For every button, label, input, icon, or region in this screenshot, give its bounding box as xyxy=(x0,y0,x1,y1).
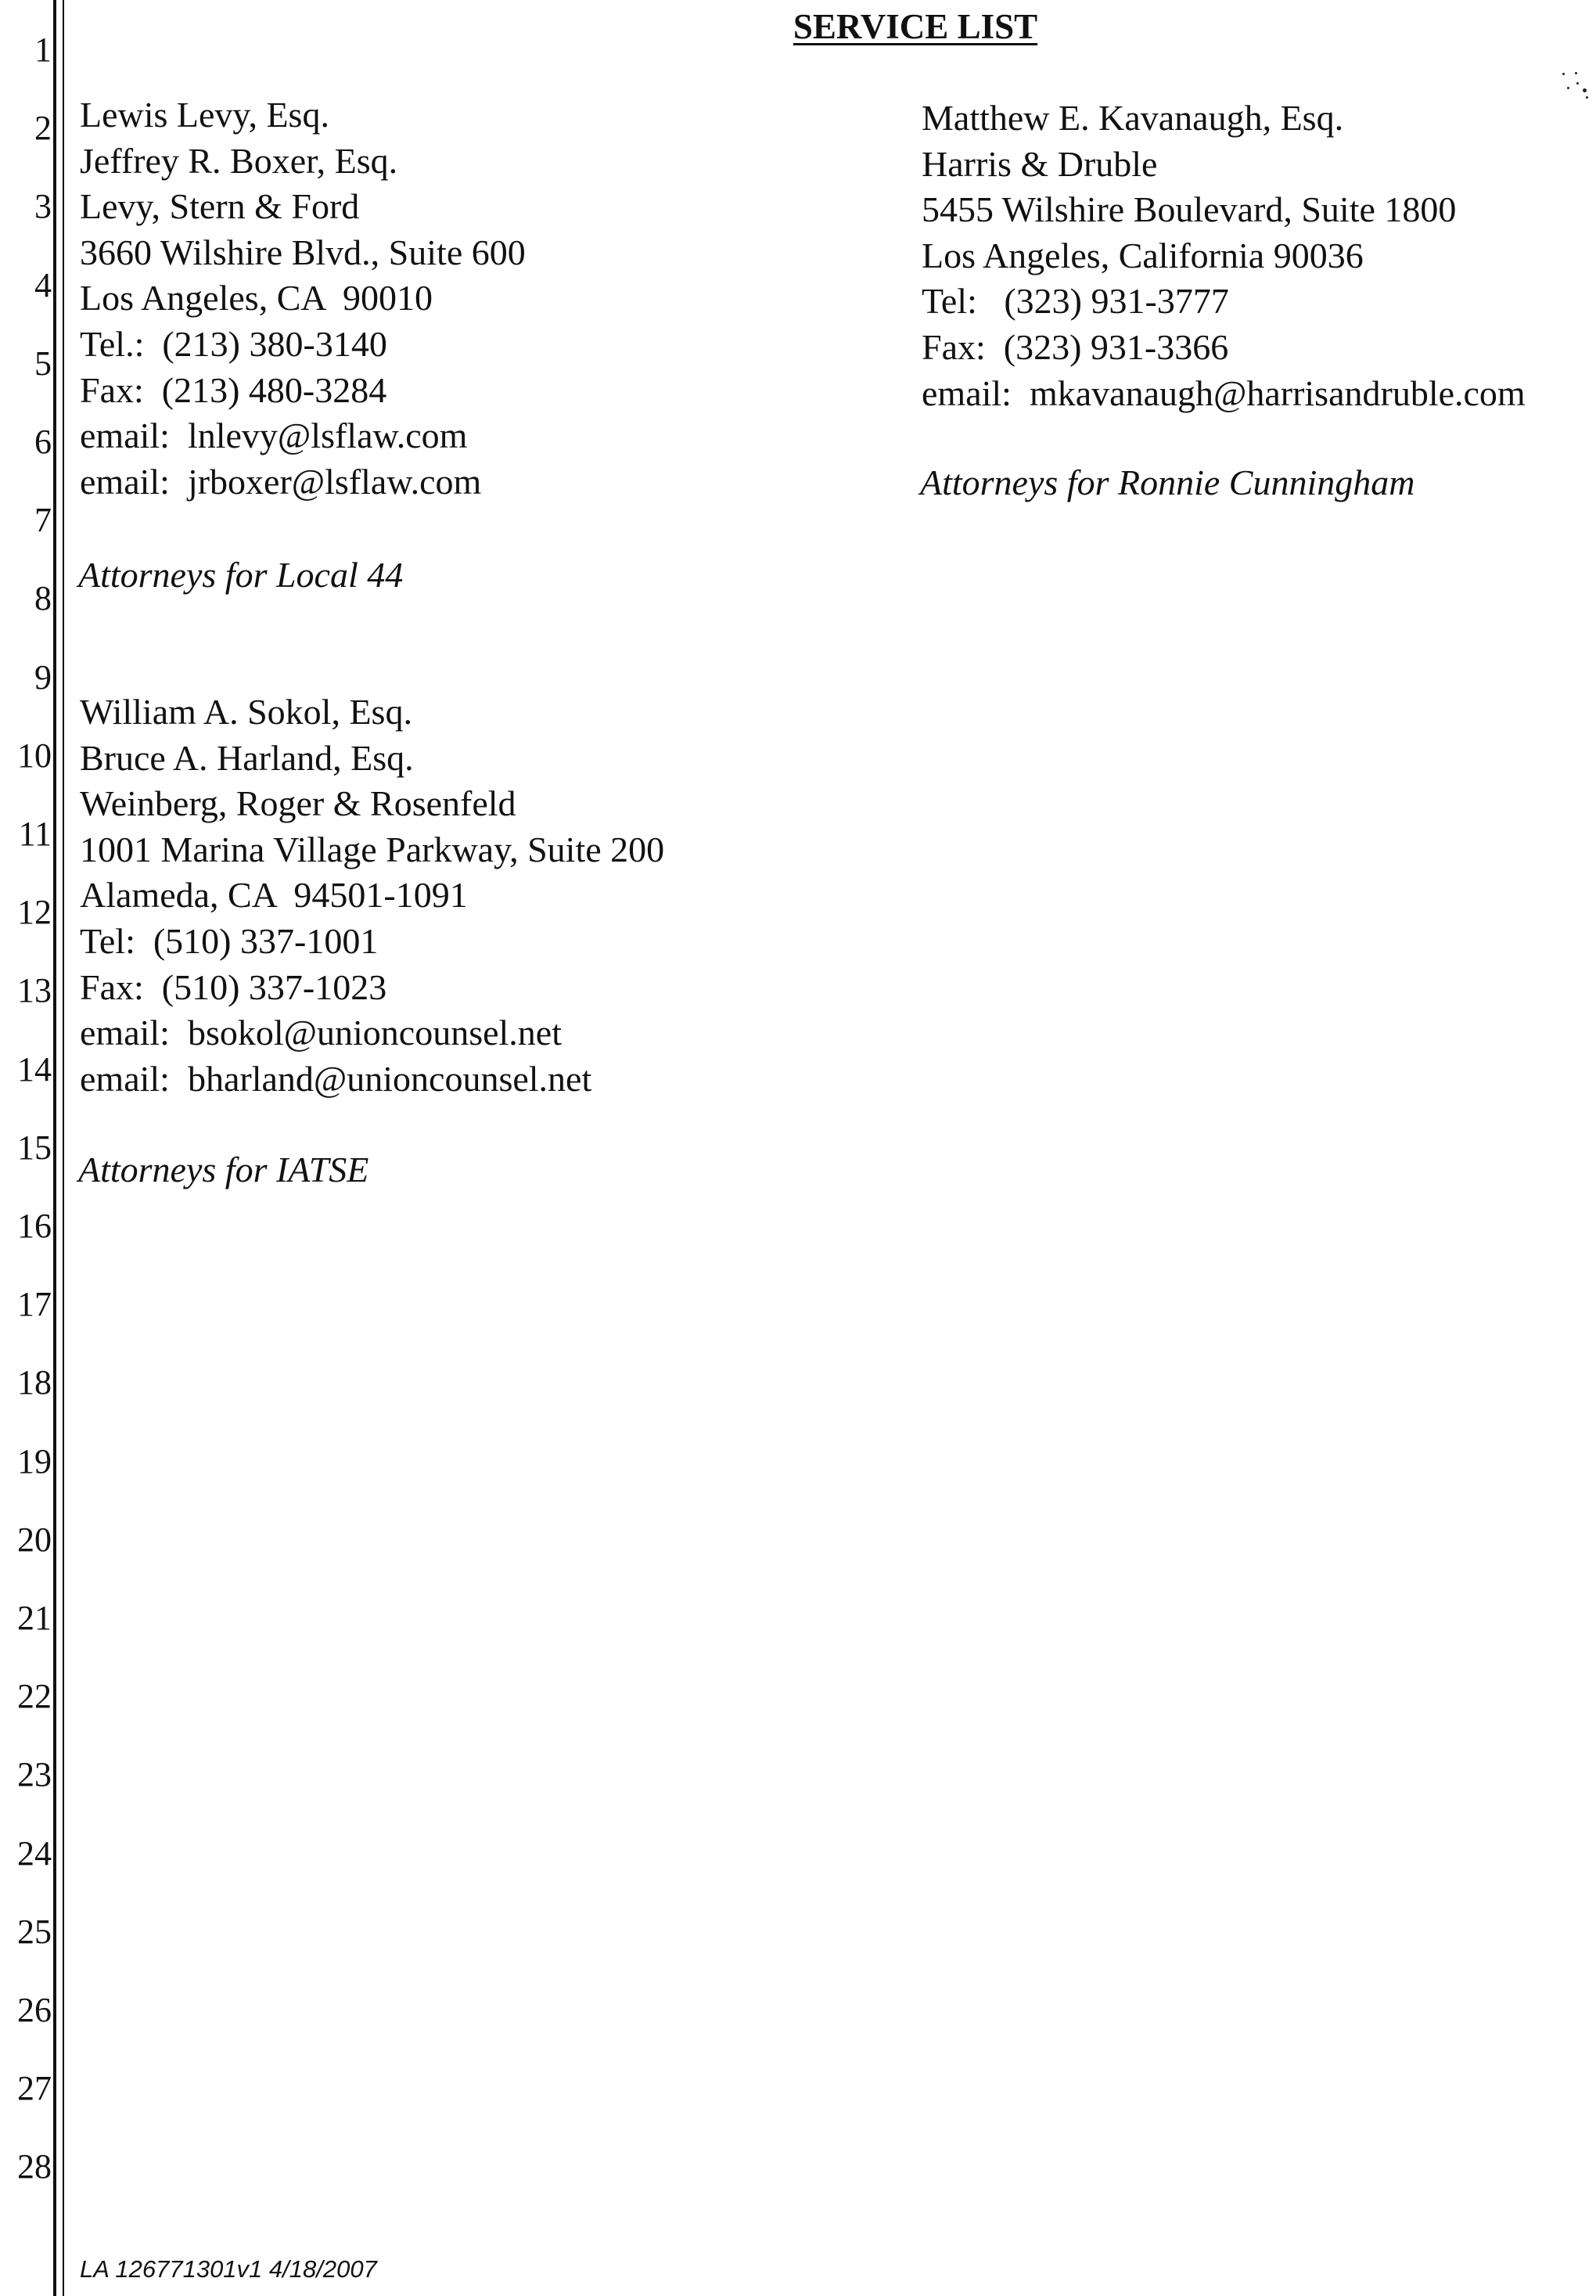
attorney-name: Lewis Levy, Esq. xyxy=(80,95,329,135)
representation-role: Attorneys for Ronnie Cunningham xyxy=(920,462,1415,502)
fax: Fax: (323) 931-3366 xyxy=(922,326,1229,367)
line-number: 25 xyxy=(17,1912,52,1951)
email: email: lnlevy@lsflaw.com xyxy=(80,416,468,456)
page-title: SERVICE LIST xyxy=(793,7,1038,46)
line-number: 22 xyxy=(17,1677,52,1716)
address-city: Los Angeles, California 90036 xyxy=(922,235,1364,275)
attorney-name: William A. Sokol, Esq. xyxy=(80,692,412,732)
line-number: 13 xyxy=(17,971,52,1010)
line-number: 26 xyxy=(17,1991,52,2029)
line-number: 6 xyxy=(34,423,52,461)
line-number: 21 xyxy=(17,1599,52,1637)
scan-artifact xyxy=(1559,67,1591,99)
line-number: 5 xyxy=(34,344,52,383)
address-street: 1001 Marina Village Parkway, Suite 200 xyxy=(80,829,665,869)
line-number: 24 xyxy=(17,1834,52,1873)
firm-name: Levy, Stern & Ford xyxy=(80,186,360,227)
representation-role: Attorneys for IATSE xyxy=(78,1150,369,1189)
line-number: 20 xyxy=(17,1520,52,1559)
line-number: 8 xyxy=(34,579,52,618)
line-number: 14 xyxy=(17,1049,52,1089)
representation-role: Attorneys for Local 44 xyxy=(78,555,404,595)
line-number: 9 xyxy=(34,657,52,696)
email: email: mkavanaugh@harrisandruble.com xyxy=(922,372,1526,413)
line-number: 27 xyxy=(17,2069,52,2108)
email: email: jrboxer@lsflaw.com xyxy=(80,461,482,502)
firm-name: Harris & Druble xyxy=(922,143,1158,184)
line-number: 19 xyxy=(17,1441,52,1481)
document-footer-id: LA 126771301v1 4/18/2007 xyxy=(80,2255,377,2283)
line-number: 3 xyxy=(34,187,52,226)
line-number: 18 xyxy=(17,1363,52,1402)
line-number: 11 xyxy=(18,815,52,853)
line-number: 2 xyxy=(34,109,52,148)
line-number: 7 xyxy=(34,501,52,540)
line-number: 23 xyxy=(17,1755,52,1794)
telephone: Tel: (323) 931-3777 xyxy=(922,281,1229,322)
firm-name: Weinberg, Roger & Rosenfeld xyxy=(80,783,516,824)
left-margin-rule-inner xyxy=(63,0,64,2296)
attorney-name: Matthew E. Kavanaugh, Esq. xyxy=(922,98,1344,138)
service-entry-iatse: William A. Sokol, Esq. Bruce A. Harland,… xyxy=(80,689,664,1102)
address-city: Alameda, CA 94501-1091 xyxy=(80,875,468,916)
service-entry-local-44: Lewis Levy, Esq. Jeffrey R. Boxer, Esq. … xyxy=(80,92,526,505)
line-number: 12 xyxy=(17,893,52,932)
line-number: 16 xyxy=(17,1207,52,1245)
telephone: Tel.: (213) 380-3140 xyxy=(80,323,387,364)
attorney-name: Bruce A. Harland, Esq. xyxy=(80,737,414,778)
email: email: bsokol@unioncounsel.net xyxy=(80,1013,562,1053)
line-number: 10 xyxy=(17,736,52,775)
address-city: Los Angeles, CA 90010 xyxy=(80,278,433,318)
address-street: 5455 Wilshire Boulevard, Suite 1800 xyxy=(922,189,1457,230)
line-number: 15 xyxy=(17,1128,52,1167)
line-number: 4 xyxy=(34,265,52,304)
service-entry-ronnie-cunningham: Matthew E. Kavanaugh, Esq. Harris & Drub… xyxy=(922,95,1526,416)
telephone: Tel: (510) 337-1001 xyxy=(80,920,379,961)
email: email: bharland@unioncounsel.net xyxy=(80,1058,592,1099)
line-number: 17 xyxy=(17,1285,52,1324)
left-margin-rule-outer xyxy=(53,0,56,2296)
line-number: 28 xyxy=(17,2147,52,2186)
address-street: 3660 Wilshire Blvd., Suite 600 xyxy=(80,232,526,272)
attorney-name: Jeffrey R. Boxer, Esq. xyxy=(80,140,398,181)
fax: Fax: (213) 480-3284 xyxy=(80,369,387,410)
fax: Fax: (510) 337-1023 xyxy=(80,966,387,1007)
